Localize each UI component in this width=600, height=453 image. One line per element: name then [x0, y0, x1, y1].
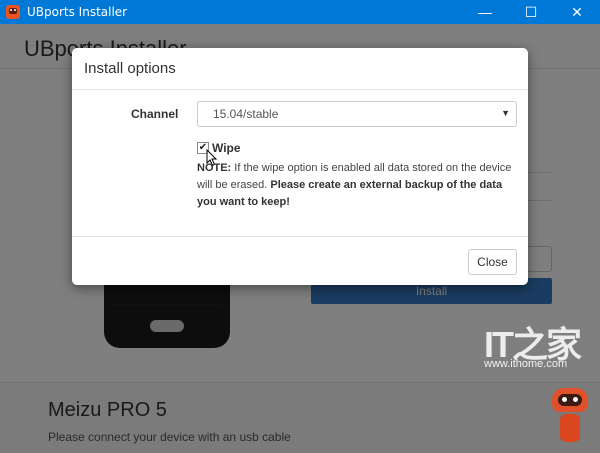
robot-eye: [562, 397, 567, 402]
ubports-app-icon: [6, 5, 20, 19]
ithome-watermark: IT之家 www.ithome.com: [484, 316, 584, 376]
maximize-button[interactable]: ☐: [508, 0, 554, 24]
note-prefix: NOTE:: [197, 162, 232, 174]
channel-select[interactable]: 15.04/stable ▼: [197, 101, 517, 127]
window-controls: — ☐ ✕: [462, 0, 600, 24]
channel-label: Channel: [131, 107, 179, 121]
ithome-url: www.ithome.com: [484, 358, 568, 370]
window-title: UBports Installer: [27, 5, 128, 19]
robot-head: [552, 388, 588, 412]
window-titlebar: UBports Installer — ☐ ✕: [0, 0, 600, 24]
close-button[interactable]: Close: [468, 249, 517, 275]
install-options-dialog: Install options Channel 15.04/stable ▼ ✔…: [72, 48, 528, 285]
wipe-note: NOTE: If the wipe option is enabled all …: [197, 160, 517, 211]
dialog-footer-divider: [72, 236, 528, 237]
dialog-header-divider: [72, 89, 528, 90]
robot-body: [560, 414, 580, 442]
close-window-button[interactable]: ✕: [554, 0, 600, 24]
dialog-title: Install options: [84, 60, 176, 77]
mascot-robot-icon: [552, 388, 588, 446]
wipe-option: ✔ Wipe: [197, 141, 241, 155]
channel-selected-value: 15.04/stable: [213, 107, 279, 121]
minimize-button[interactable]: —: [462, 0, 508, 24]
robot-eye: [573, 397, 578, 402]
dropdown-arrow-icon: ▼: [501, 108, 510, 118]
